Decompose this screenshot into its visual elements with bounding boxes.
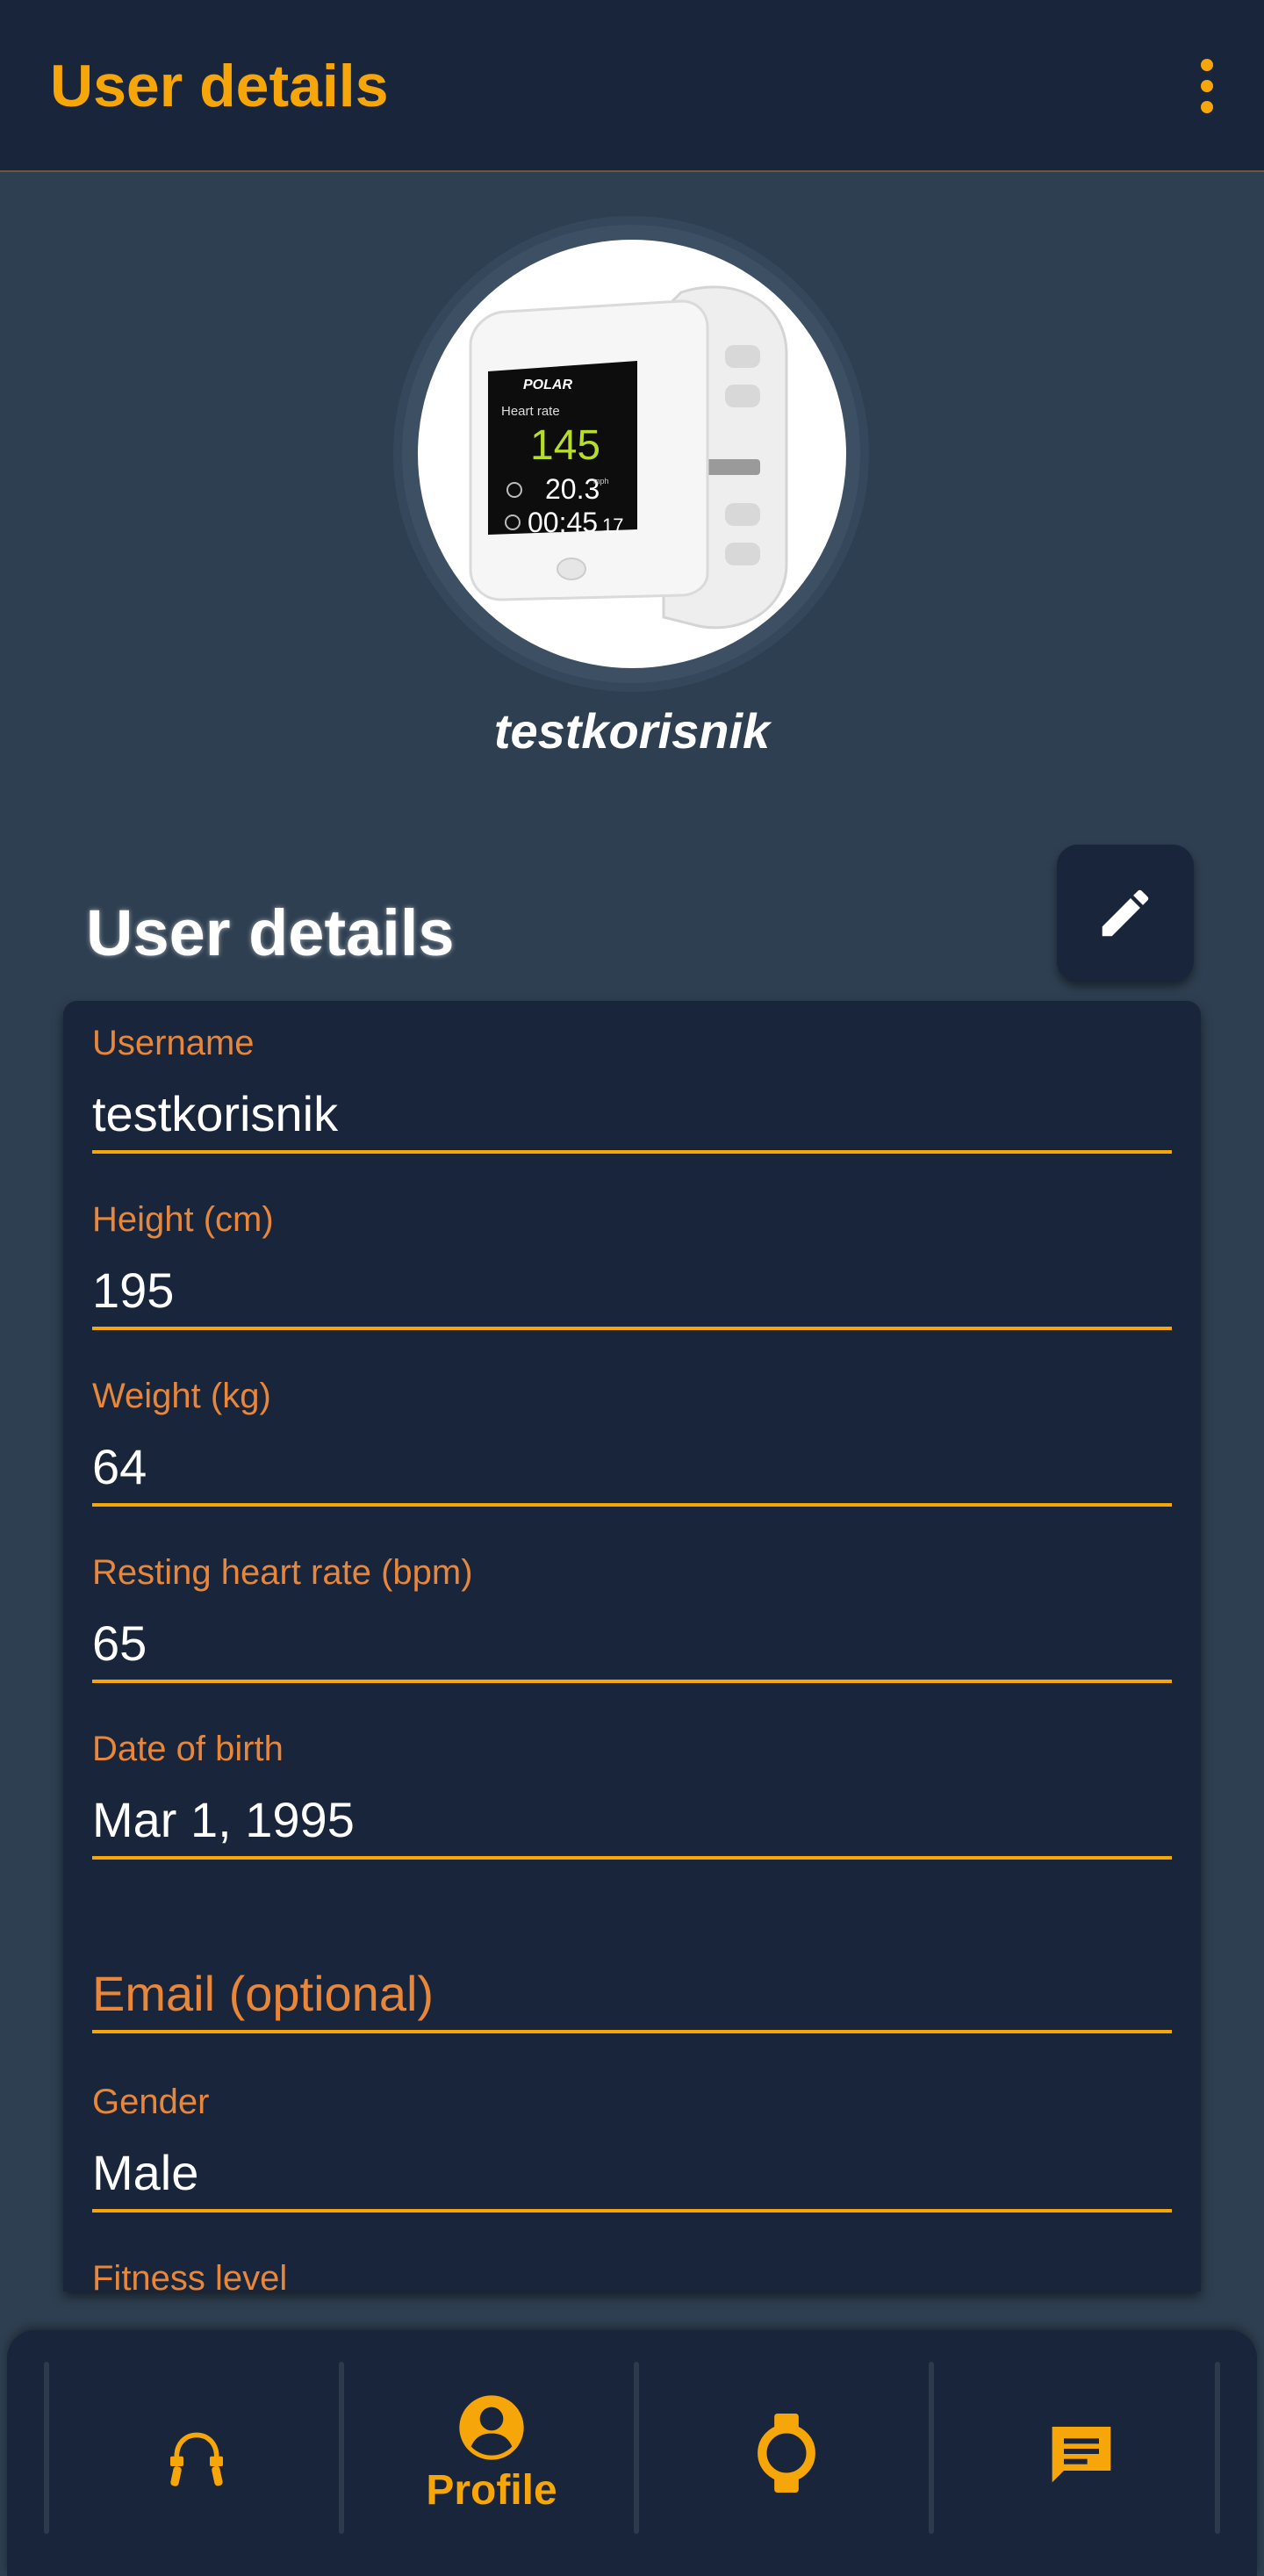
- field-value[interactable]: Male: [92, 2142, 1172, 2213]
- more-vert-icon[interactable]: [1176, 53, 1238, 119]
- field-label: Gender: [92, 2083, 210, 2121]
- app-bar: User details: [0, 0, 1264, 172]
- height-field[interactable]: Height (cm) 195: [92, 1198, 1172, 1330]
- field-label: Date of birth: [92, 1730, 284, 1768]
- page-title: User details: [50, 53, 389, 119]
- nav-divider: [634, 2362, 639, 2534]
- nav-item-profile[interactable]: Profile: [351, 2365, 632, 2541]
- email-placeholder[interactable]: Email (optional): [92, 1963, 1172, 2033]
- email-field[interactable]: Email (optional): [92, 1963, 1172, 2033]
- fitness-level-field[interactable]: Fitness level: [92, 2257, 1172, 2292]
- nav-divider: [339, 2362, 344, 2534]
- weight-field[interactable]: Weight (kg) 64: [92, 1375, 1172, 1507]
- watch-brand: POLAR: [523, 378, 572, 392]
- avatar[interactable]: POLAR Heart rate 145 20.3 mph 00:45 17: [418, 240, 846, 668]
- watch-time: 00:45: [528, 507, 598, 538]
- field-value[interactable]: 65: [92, 1613, 1172, 1683]
- field-label: Height (cm): [92, 1200, 274, 1239]
- nav-item-training[interactable]: [56, 2365, 337, 2541]
- watch-icon: [758, 2414, 815, 2493]
- field-label: Weight (kg): [92, 1377, 271, 1415]
- field-value[interactable]: Mar 1, 1995: [92, 1789, 1172, 1860]
- nav-item-device[interactable]: [646, 2365, 927, 2541]
- nav-divider: [44, 2362, 49, 2534]
- field-label: Fitness level: [92, 2259, 288, 2292]
- profile-username: testkorisnik: [493, 703, 771, 759]
- nav-divider: [1215, 2362, 1220, 2534]
- smartwatch-image: POLAR Heart rate 145 20.3 mph 00:45 17: [469, 285, 788, 630]
- watch-heart-rate: 145: [530, 422, 600, 469]
- edit-button[interactable]: [1057, 845, 1194, 982]
- watch-time-seconds: 17: [602, 514, 623, 536]
- watch-metric-label: Heart rate: [501, 404, 560, 419]
- field-label: Username: [92, 1024, 255, 1062]
- bottom-navigation: Profile: [7, 2330, 1257, 2576]
- edit-pencil-icon: [1102, 889, 1149, 937]
- field-value[interactable]: 195: [92, 1260, 1172, 1330]
- field-value[interactable]: 64: [92, 1436, 1172, 1507]
- nav-label-profile: Profile: [426, 2466, 557, 2514]
- resting-heart-rate-field[interactable]: Resting heart rate (bpm) 65: [92, 1551, 1172, 1683]
- username-field[interactable]: Username testkorisnik: [92, 1022, 1172, 1154]
- watch-speed-unit: mph: [593, 477, 609, 486]
- nav-item-messages[interactable]: [941, 2365, 1222, 2541]
- field-value[interactable]: testkorisnik: [92, 1083, 1172, 1154]
- date-of-birth-field[interactable]: Date of birth Mar 1, 1995: [92, 1728, 1172, 1860]
- section-title: User details: [86, 896, 455, 969]
- jump-rope-icon: [170, 2432, 223, 2486]
- watch-speed: 20.3: [545, 473, 600, 505]
- chat-message-icon: [1052, 2427, 1111, 2483]
- gender-field[interactable]: Gender Male: [92, 2081, 1172, 2213]
- user-details-form: Username testkorisnik Height (cm) 195 We…: [63, 1001, 1201, 2292]
- account-circle-icon: [459, 2394, 524, 2460]
- nav-divider: [929, 2362, 934, 2534]
- field-label: Resting heart rate (bpm): [92, 1553, 473, 1592]
